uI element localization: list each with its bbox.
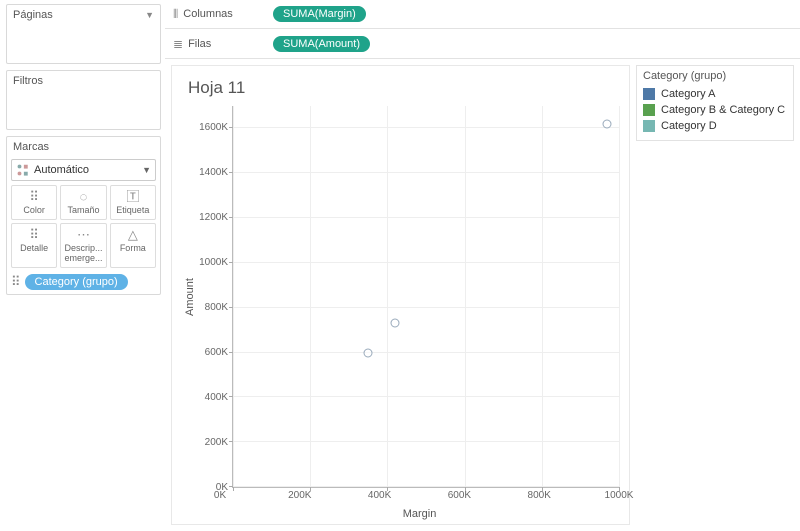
legend-item[interactable]: Category A (643, 86, 787, 102)
shape-icon: △ (112, 228, 154, 242)
shelves: ⦀ Columnas SUMA(Margin) ≣ Filas SUMA(Amo… (165, 0, 800, 59)
pages-dropzone[interactable] (7, 23, 160, 63)
marks-detail-button[interactable]: ⠿Detalle (11, 223, 57, 268)
legend-title: Category (grupo) (643, 70, 787, 82)
legend-label: Category B & Category C (661, 104, 785, 116)
rows-icon: ≣ (173, 37, 183, 51)
columns-icon: ⦀ (173, 7, 178, 22)
x-axis-label: Margin (220, 508, 619, 520)
mark-type-dropdown[interactable]: Automático ▼ (11, 159, 156, 181)
mark-type-value: Automático (34, 164, 89, 176)
legend-swatch (643, 88, 655, 100)
data-point[interactable] (603, 119, 612, 128)
visualization-panel: Hoja 11 Amount 1600K1400K1200K1000K800K6… (171, 65, 630, 525)
detail-icon: ⠿ (13, 228, 55, 242)
color-icon: ⠿ (11, 274, 21, 290)
x-tick-label: 800K (528, 490, 551, 501)
x-tick-label: 600K (448, 490, 471, 501)
rows-pill[interactable]: SUMA(Amount) (273, 36, 370, 52)
marks-color-button[interactable]: ⠿Color (11, 185, 57, 220)
data-point[interactable] (391, 319, 400, 328)
filters-label: Filtros (13, 75, 43, 87)
legend-item[interactable]: Category B & Category C (643, 102, 787, 118)
legend-swatch (643, 104, 655, 116)
label-icon: 🅃 (112, 190, 154, 204)
sheet-title[interactable]: Hoja 11 (188, 78, 619, 98)
marks-size-button[interactable]: ◌Tamaño (60, 185, 106, 220)
filters-card: Filtros (6, 70, 161, 130)
x-tick-label: 200K (288, 490, 311, 501)
left-sidebar: Páginas ▼ Filtros Marcas Automático ▼ (0, 0, 165, 531)
pages-label: Páginas (13, 9, 53, 21)
x-axis-ticks: 0K200K400K600K800K1000K (220, 490, 619, 504)
legend-swatch (643, 120, 655, 132)
chevron-down-icon[interactable]: ▼ (145, 10, 154, 20)
x-tick-label: 0K (214, 490, 226, 501)
chevron-down-icon: ▼ (142, 165, 151, 175)
tooltip-icon: ⋯ (62, 228, 104, 242)
y-axis-ticks: 1600K1400K1200K1000K800K600K400K200K0K (198, 106, 232, 488)
columns-label: Columnas (183, 8, 233, 20)
marks-label-button[interactable]: 🅃Etiqueta (110, 185, 156, 220)
pages-card: Páginas ▼ (6, 4, 161, 64)
legend-panel: Category (grupo) Category A Category B & … (636, 65, 794, 525)
filters-dropzone[interactable] (7, 89, 160, 129)
rows-label: Filas (188, 38, 211, 50)
marks-card: Marcas Automático ▼ ⠿Color ◌Tamaño 🅃Etiq… (6, 136, 161, 295)
x-tick-label: 1000K (605, 490, 634, 501)
shape-auto-icon (16, 163, 30, 177)
chart-plot-area[interactable] (232, 106, 619, 488)
color-field-pill[interactable]: Category (grupo) (25, 274, 128, 290)
marks-label: Marcas (13, 141, 49, 153)
columns-pill[interactable]: SUMA(Margin) (273, 6, 366, 22)
marks-tooltip-button[interactable]: ⋯Descrip... emerge... (60, 223, 106, 268)
columns-shelf[interactable]: ⦀ Columnas SUMA(Margin) (165, 0, 800, 29)
size-icon: ◌ (62, 190, 104, 204)
legend-label: Category A (661, 88, 715, 100)
data-point[interactable] (364, 348, 373, 357)
rows-shelf[interactable]: ≣ Filas SUMA(Amount) (165, 29, 800, 58)
legend-label: Category D (661, 120, 717, 132)
marks-shape-button[interactable]: △Forma (110, 223, 156, 268)
y-axis-label: Amount (182, 106, 198, 488)
legend-item[interactable]: Category D (643, 118, 787, 134)
x-tick-label: 400K (368, 490, 391, 501)
color-icon: ⠿ (13, 190, 55, 204)
